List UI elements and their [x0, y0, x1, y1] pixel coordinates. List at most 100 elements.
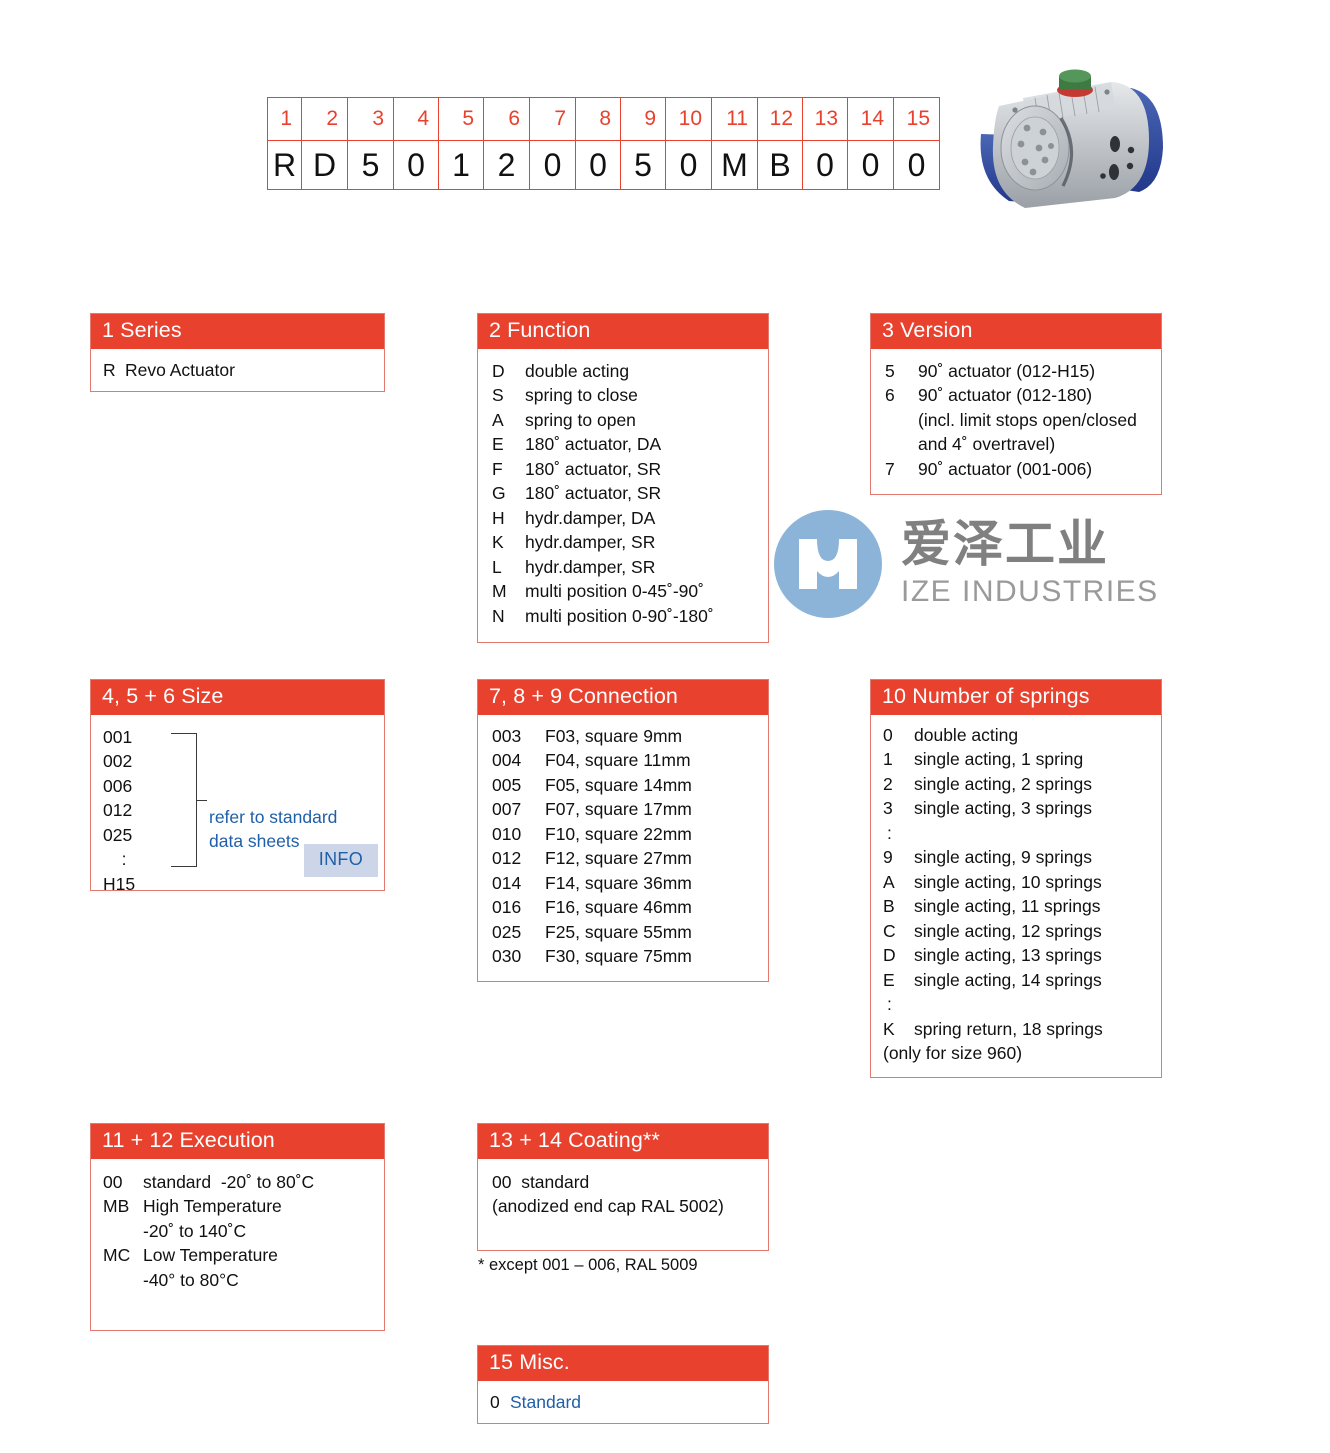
series-body: R Revo Actuator [91, 349, 384, 392]
springs-header: 10 Number of springs [871, 680, 1161, 715]
misc-header: 15 Misc. [478, 1346, 768, 1381]
springs-option-k: Kspring return, 18 springs [883, 1017, 1151, 1042]
code-char-1: R [267, 140, 301, 190]
execution-value-00: standard -20˚ to 80˚C [143, 1171, 315, 1192]
springs-key-ellipsis-2: : [887, 994, 892, 1015]
version-value-7: 90˚ actuator (001-006) [918, 458, 1093, 479]
series-header: 1 Series [91, 314, 384, 349]
connection-key-005: 005 [492, 774, 522, 795]
field-box-connection: 7, 8 + 9 Connection 003 F03, square 9mm 0… [477, 679, 769, 982]
function-key-s: S [492, 385, 504, 406]
springs-footer: (only for size 960) [883, 1043, 1023, 1064]
code-char-12: B [757, 140, 802, 190]
function-value-h: hydr.damper, DA [525, 507, 656, 528]
watermark-chinese-name: 爱泽工业 [901, 514, 1109, 573]
springs-value-ellipsis-1 [918, 821, 1151, 846]
springs-ellipsis-1: : [883, 821, 1151, 846]
connection-value-003: F03, square 9mm [545, 725, 683, 746]
function-option-n: Nmulti position 0-90˚-180˚ [492, 604, 758, 629]
code-char-5: 1 [438, 140, 483, 190]
connection-option-005: 005 F05, square 14mm [492, 773, 758, 798]
code-char-3: 5 [347, 140, 393, 190]
connection-key-003: 003 [492, 725, 522, 746]
connection-value-005: F05, square 14mm [545, 774, 692, 795]
execution-option-00: 00 standard -20˚ to 80˚C [103, 1170, 374, 1195]
field-box-function: 2 Function Ddouble acting Sspring to clo… [477, 313, 769, 644]
code-char-11: M [711, 140, 757, 190]
function-option-a: Aspring to open [492, 408, 758, 433]
function-body: Ddouble acting Sspring to close Aspring … [478, 349, 768, 643]
code-char-15: 0 [893, 140, 940, 190]
size-code-006: 006 [103, 775, 133, 796]
function-key-l: L [492, 556, 502, 577]
misc-option-0: 0 Standard [490, 1390, 758, 1415]
size-code-012: 012 [103, 800, 133, 821]
function-option-m: Mmulti position 0-45˚-90˚ [492, 579, 758, 604]
size-code-h15: H15 [103, 873, 136, 894]
info-badge-button[interactable]: INFO [303, 843, 378, 877]
execution-key-mb: MB [103, 1196, 130, 1217]
springs-value-ellipsis-2 [918, 992, 1151, 1017]
function-value-m: multi position 0-45˚-90˚ [525, 581, 704, 602]
connection-option-014: 014 F14, square 36mm [492, 871, 758, 896]
springs-key-k: K [883, 1018, 895, 1039]
function-key-n: N [492, 605, 505, 626]
connection-value-016: F16, square 46mm [545, 897, 692, 918]
size-body: 001 002 006 012 025 : H15 refer to stand… [91, 715, 384, 894]
watermark-text-block: 爱泽工业 IZE INDUSTRIES [901, 518, 1159, 611]
execution-mb-continuation: -20˚ to 140˚C [143, 1220, 247, 1241]
execution-option-mc: MC Low Temperature [103, 1243, 374, 1268]
code-position-1: 1 [267, 97, 301, 140]
function-option-d: Ddouble acting [492, 359, 758, 384]
code-position-15: 15 [893, 97, 940, 140]
coating-header: 13 + 14 Coating** [478, 1124, 768, 1159]
connection-option-004: 004 F04, square 11mm [492, 748, 758, 773]
execution-key-mc: MC [103, 1245, 131, 1266]
function-key-e: E [492, 434, 504, 455]
field-box-series: 1 Series R Revo Actuator [90, 313, 385, 393]
code-char-10: 0 [665, 140, 711, 190]
connection-option-007: 007 F07, square 17mm [492, 797, 758, 822]
execution-body: 00 standard -20˚ to 80˚C MB High Temperatu… [91, 1159, 384, 1303]
version-option-7: 7 90˚ actuator (001-006) [885, 457, 1151, 482]
code-char-14: 0 [847, 140, 893, 190]
coating-line-2: (anodized end cap RAL 5002) [492, 1196, 724, 1217]
code-char-7: 0 [529, 140, 575, 190]
springs-value-e: single acting, 14 springs [914, 969, 1102, 990]
connection-option-010: 010 F10, square 22mm [492, 822, 758, 847]
code-character-row: R D 5 0 1 2 0 0 5 0 M B 0 0 0 [267, 140, 950, 190]
version-value-6: 90˚ actuator (012-180) [918, 385, 1093, 406]
springs-key-3: 3 [883, 798, 893, 819]
code-char-2: D [301, 140, 347, 190]
code-position-8: 8 [575, 97, 620, 140]
connection-option-012: 012 F12, square 27mm [492, 846, 758, 871]
function-key-k: K [492, 532, 504, 553]
size-range-bracket [171, 732, 207, 867]
version-value-5: 90˚ actuator (012-H15) [918, 360, 1096, 381]
code-char-13: 0 [802, 140, 847, 190]
function-key-f: F [492, 458, 503, 479]
field-box-coating: 13 + 14 Coating** 00 standard (anodized … [477, 1123, 769, 1251]
connection-value-007: F07, square 17mm [545, 799, 692, 820]
size-note-line-1: refer to standard [209, 806, 338, 827]
field-box-execution: 11 + 12 Execution 00 standard -20˚ to 80˚… [90, 1123, 385, 1331]
size-header: 4, 5 + 6 Size [91, 680, 384, 715]
connection-option-030: 030 F30, square 75mm [492, 944, 758, 969]
product-photo-actuator [980, 69, 1163, 208]
springs-value-1: single acting, 1 spring [914, 749, 1084, 770]
springs-key-0: 0 [883, 724, 893, 745]
springs-option-e: Esingle acting, 14 springs [883, 968, 1151, 993]
function-key-m: M [492, 581, 507, 602]
springs-option-3: 3 single acting, 3 springs [883, 796, 1151, 821]
code-position-row: 1 2 3 4 5 6 7 8 9 10 11 12 13 14 15 [267, 97, 950, 140]
field-box-misc: 15 Misc. 0 Standard [477, 1345, 769, 1425]
function-value-f: 180˚ actuator, SR [525, 458, 662, 479]
version-key-6: 6 [885, 385, 895, 406]
springs-option-d: Dsingle acting, 13 springs [883, 943, 1151, 968]
code-position-3: 3 [347, 97, 393, 140]
function-option-l: Lhydr.damper, SR [492, 555, 758, 580]
springs-option-a: Asingle acting, 10 springs [883, 870, 1151, 895]
connection-value-010: F10, square 22mm [545, 823, 692, 844]
connection-key-010: 010 [492, 823, 522, 844]
function-option-h: Hhydr.damper, DA [492, 506, 758, 531]
